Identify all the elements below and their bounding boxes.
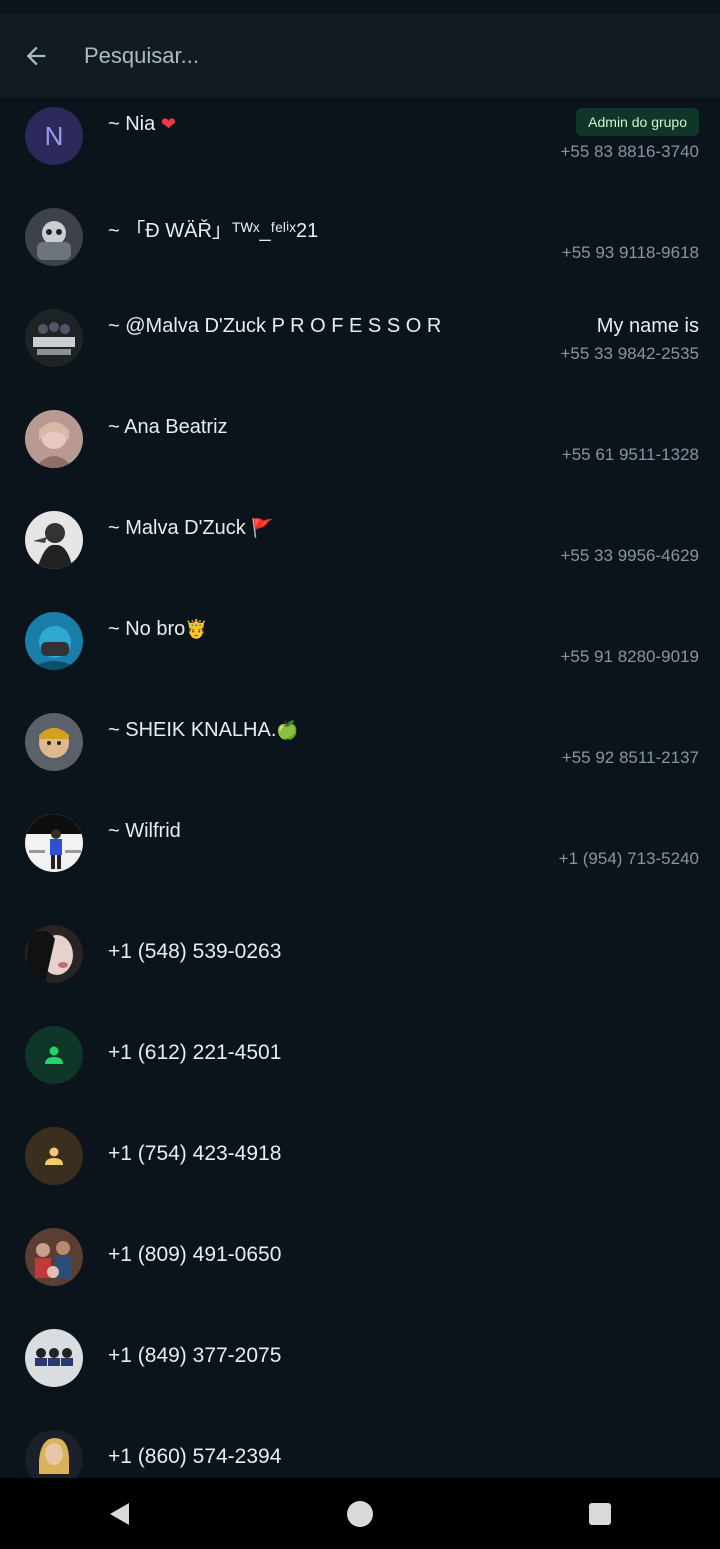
participant-row[interactable]: +1 (754) 423-4918 — [0, 1107, 720, 1208]
participant-row[interactable]: +1 (849) 377-2075 — [0, 1309, 720, 1410]
participant-number: +1 (849) 377-2075 — [108, 1344, 282, 1367]
nav-home-button[interactable] — [310, 1478, 410, 1549]
status-bar — [0, 0, 720, 14]
avatar — [25, 309, 83, 367]
participant-phone: +55 33 9956-4629 — [560, 546, 700, 565]
participants-list: N ~ Nia ❤ Admin do grupo +55 83 8816-374… — [0, 97, 720, 1478]
square-recents-icon — [589, 1502, 611, 1525]
participant-row[interactable]: +1 (612) 221-4501 — [0, 1006, 720, 1107]
participant-name: ~ Nia — [108, 113, 156, 135]
nav-back-button[interactable] — [70, 1478, 170, 1549]
person-icon — [45, 1046, 63, 1064]
avatar — [25, 713, 83, 771]
avatar — [25, 1430, 83, 1478]
avatar — [25, 410, 83, 468]
participant-name: ~ Wilfrid — [108, 820, 181, 842]
participant-row[interactable]: ~ Malva D'Zuck 🚩 +55 33 9956-4629 — [0, 501, 720, 602]
participant-name-line: ~ Malva D'Zuck 🚩 — [108, 517, 274, 540]
arrow-left-icon — [26, 46, 46, 65]
participant-phone: +55 33 9842-2535 — [560, 344, 700, 363]
back-button[interactable] — [0, 14, 72, 97]
participant-row[interactable]: +1 (860) 574-2394 — [0, 1410, 720, 1478]
circle-home-icon — [347, 1500, 373, 1527]
participant-name: ~ Ana Beatriz — [108, 416, 228, 438]
participant-number: +1 (754) 423-4918 — [108, 1142, 282, 1165]
participant-row[interactable]: ~ Wilfrid +1 (954) 713-5240 — [0, 804, 720, 905]
participant-name: ~ SHEIK KNALHA. — [108, 719, 277, 741]
search-header — [0, 14, 720, 97]
avatar — [25, 814, 83, 872]
participant-row[interactable]: +1 (548) 539-0263 — [0, 905, 720, 1006]
avatar — [25, 1329, 83, 1387]
triangle-back-icon — [110, 1502, 129, 1525]
avatar — [25, 925, 83, 983]
avatar: N — [25, 107, 83, 165]
participant-row[interactable]: ~ No bro🤴 +55 91 8280-9019 — [0, 602, 720, 703]
flag-emoji-icon: 🚩 — [251, 518, 274, 539]
avatar — [25, 1228, 83, 1286]
participant-phone: +1 (954) 713-5240 — [558, 849, 699, 868]
participant-name-line: ~ Nia ❤ — [108, 113, 176, 136]
avatar — [25, 511, 83, 569]
participant-row[interactable]: +1 (809) 491-0650 — [0, 1208, 720, 1309]
avatar — [25, 612, 83, 670]
participant-phone: +55 61 9511-1328 — [561, 445, 699, 464]
participant-about: My name is — [596, 315, 699, 337]
participant-row[interactable]: ~ @Malva D'Zuck P R O F E S S O R My nam… — [0, 299, 720, 400]
participant-number: +1 (612) 221-4501 — [108, 1041, 282, 1064]
avatar — [25, 208, 83, 266]
participant-number: +1 (548) 539-0263 — [108, 940, 282, 963]
participant-number: +1 (809) 491-0650 — [108, 1243, 282, 1266]
participant-row[interactable]: ~ SHEIK KNALHA.🍏 +55 92 8511-2137 — [0, 703, 720, 804]
participant-name: ~ No bro — [108, 618, 186, 640]
search-input[interactable] — [72, 25, 720, 86]
person-icon — [45, 1147, 63, 1165]
participant-name: ~ Malva D'Zuck — [108, 517, 246, 539]
system-nav-bar — [0, 1478, 720, 1549]
avatar — [25, 1127, 83, 1185]
apple-emoji-icon: 🍏 — [276, 720, 299, 741]
participant-name-line: ~ SHEIK KNALHA.🍏 — [108, 719, 299, 742]
participant-row[interactable]: ~ 「Đ WÄŘ」ᵀᵂˣ_ᶠᵉˡⁱˣ21 +55 93 9118-9618 — [0, 198, 720, 299]
admin-badge: Admin do grupo — [576, 108, 699, 136]
participant-row[interactable]: ~ Ana Beatriz +55 61 9511-1328 — [0, 400, 720, 501]
heart-emoji-icon: ❤ — [160, 114, 176, 135]
nav-recents-button[interactable] — [550, 1478, 650, 1549]
participant-phone: +55 91 8280-9019 — [560, 647, 700, 666]
participant-name: ~ 「Đ WÄŘ」ᵀᵂˣ_ᶠᵉˡⁱˣ21 — [108, 220, 319, 242]
participant-phone: +55 93 9118-9618 — [561, 243, 699, 262]
participant-row[interactable]: N ~ Nia ❤ Admin do grupo +55 83 8816-374… — [0, 97, 720, 198]
participant-phone: +55 83 8816-3740 — [560, 142, 700, 161]
participant-name: ~ @Malva D'Zuck P R O F E S S O R — [108, 315, 442, 337]
avatar — [25, 1026, 83, 1084]
participant-name-line: ~ No bro🤴 — [108, 618, 208, 641]
avatar-letter: N — [44, 120, 64, 151]
participant-number: +1 (860) 574-2394 — [108, 1445, 282, 1468]
participant-phone: +55 92 8511-2137 — [561, 748, 699, 767]
prince-emoji-icon: 🤴 — [185, 619, 208, 640]
